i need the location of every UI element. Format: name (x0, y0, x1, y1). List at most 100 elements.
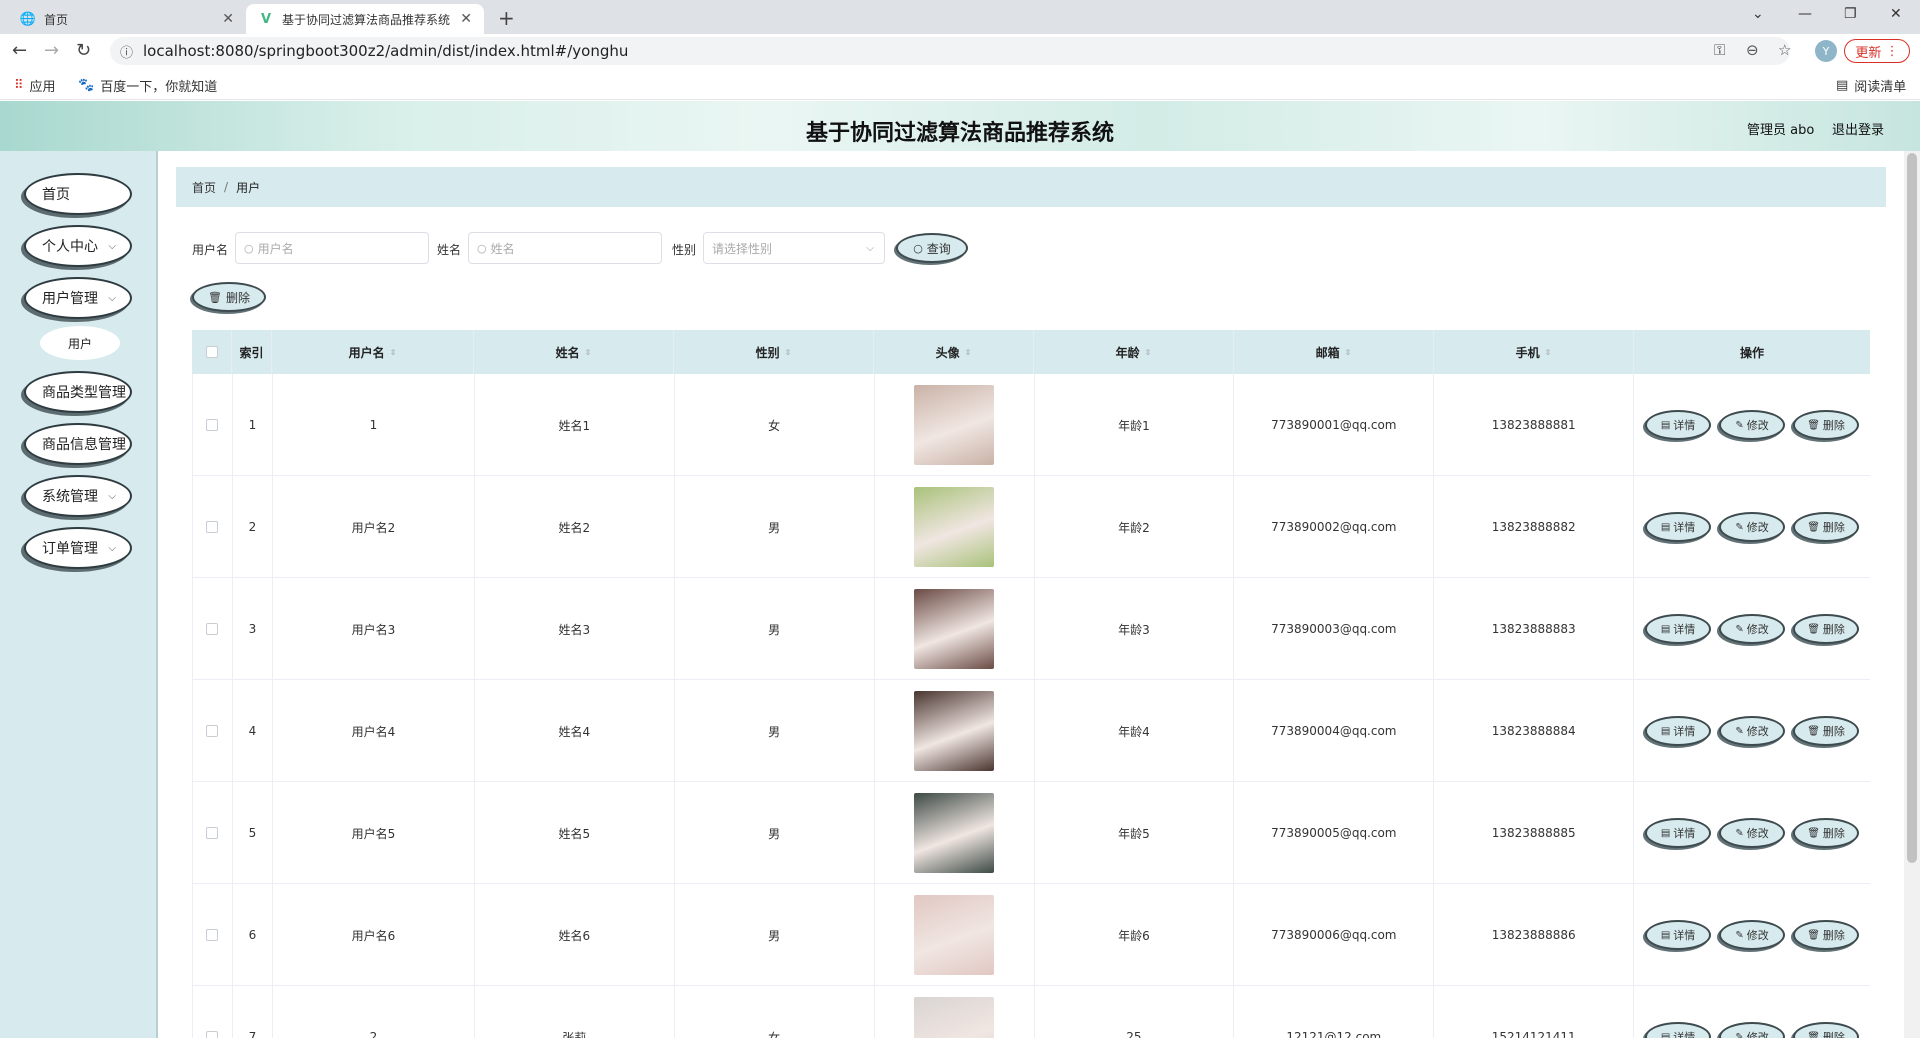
edit-button[interactable]: ✎ 修改 (1719, 410, 1786, 440)
query-button[interactable]: ○ 查询 (896, 233, 968, 263)
col-phone[interactable]: 手机 ⇳ (1434, 330, 1634, 374)
bookmark-baidu[interactable]: 🐾 百度一下，你就知道 (78, 76, 217, 95)
sort-icon[interactable]: ⇳ (390, 348, 397, 357)
row-checkbox[interactable] (206, 1031, 219, 1038)
trash-icon: 🗑 (1807, 929, 1820, 941)
trash-icon: 🗑 (208, 290, 222, 304)
document-icon: ▤ (1660, 725, 1671, 737)
sidebar-subitem-user[interactable]: 用户 (40, 326, 120, 360)
close-icon[interactable]: ✕ (460, 11, 472, 27)
edit-button[interactable]: ✎ 修改 (1719, 512, 1786, 542)
row-checkbox[interactable] (206, 929, 219, 941)
col-username[interactable]: 用户名 ⇳ (272, 330, 474, 374)
cell-phone: 13823888883 (1491, 622, 1576, 636)
col-name[interactable]: 姓名 ⇳ (474, 330, 674, 374)
table-cell: 张莉 (475, 986, 675, 1038)
trash-icon: 🗑 (1807, 827, 1820, 839)
sidebar-item-order-management[interactable]: 订单管理 ⌵ (24, 527, 132, 569)
detail-button[interactable]: ▤ 详情 (1645, 716, 1712, 746)
sidebar-item-system-management[interactable]: 系统管理 ⌵ (24, 475, 132, 517)
delete-button[interactable]: 🗑 删除 (1793, 716, 1860, 746)
detail-button[interactable]: ▤ 详情 (1645, 614, 1712, 644)
restore-icon[interactable]: ❐ (1844, 6, 1857, 22)
col-age[interactable]: 年龄 ⇳ (1034, 330, 1234, 374)
zoom-icon[interactable]: ⊖ (1746, 41, 1759, 59)
batch-delete-button[interactable]: 🗑 删除 (192, 282, 266, 312)
row-checkbox[interactable] (206, 827, 219, 839)
row-checkbox[interactable] (206, 419, 219, 431)
sort-icon[interactable]: ⇳ (1145, 348, 1152, 357)
back-icon[interactable]: ← (12, 40, 27, 61)
delete-button[interactable]: 🗑 删除 (1793, 410, 1860, 440)
sidebar-item-category-management[interactable]: 商品类型管理 (24, 371, 132, 413)
sidebar-item-user-management[interactable]: 用户管理 ⌵ (24, 277, 132, 319)
cell-gender: 男 (768, 928, 781, 943)
row-checkbox[interactable] (206, 725, 219, 737)
browser-tab-system[interactable]: V 基于协同过滤算法商品推荐系统 ✕ (246, 4, 484, 34)
edit-label: 修改 (1746, 521, 1769, 534)
breadcrumb-home[interactable]: 首页 (192, 179, 216, 196)
minimize-icon[interactable]: — (1798, 6, 1812, 22)
detail-button[interactable]: ▤ 详情 (1645, 920, 1712, 950)
sidebar-item-home[interactable]: 首页 (24, 173, 132, 215)
gender-select[interactable]: 请选择性别 ⌵ (703, 232, 885, 264)
table-cell (875, 986, 1035, 1038)
profile-avatar[interactable]: Y (1815, 40, 1837, 62)
edit-button[interactable]: ✎ 修改 (1719, 818, 1786, 848)
logout-link[interactable]: 退出登录 (1832, 119, 1884, 138)
forward-icon[interactable]: → (44, 40, 59, 61)
detail-button[interactable]: ▤ 详情 (1645, 818, 1712, 848)
sort-icon[interactable]: ⇳ (1545, 348, 1552, 357)
detail-button[interactable]: ▤ 详情 (1645, 512, 1712, 542)
reading-list[interactable]: ▤ 阅读清单 (1836, 76, 1906, 95)
close-icon[interactable]: ✕ (222, 11, 234, 27)
browser-tab-home[interactable]: 🌐 首页 ✕ (8, 4, 246, 34)
row-checkbox[interactable] (206, 521, 219, 533)
cell-name: 姓名5 (558, 826, 591, 841)
scrollbar-thumb[interactable] (1907, 153, 1917, 863)
delete-button[interactable]: 🗑 删除 (1793, 614, 1860, 644)
update-button[interactable]: 更新 ⋮ (1844, 39, 1910, 63)
sidebar-item-profile[interactable]: 个人中心 ⌵ (24, 225, 132, 267)
info-icon[interactable]: ⓘ (120, 42, 133, 61)
detail-button[interactable]: ▤ 详情 (1645, 410, 1712, 440)
address-bar[interactable]: ⓘ localhost:8080/springboot300z2/admin/d… (110, 37, 1790, 65)
col-gender[interactable]: 性别 ⇳ (674, 330, 874, 374)
reload-icon[interactable]: ↻ (76, 40, 91, 61)
table-cell (875, 680, 1035, 782)
sidebar-item-label: 用户管理 (42, 291, 98, 307)
sort-icon[interactable]: ⇳ (965, 348, 972, 357)
delete-button[interactable]: 🗑 删除 (1793, 818, 1860, 848)
window-close-icon[interactable]: ✕ (1890, 6, 1902, 22)
detail-label: 详情 (1673, 827, 1696, 840)
sort-icon[interactable]: ⇳ (785, 348, 792, 357)
page-scrollbar[interactable] (1904, 151, 1920, 1038)
cell-email: 773890006@qq.com (1271, 928, 1397, 942)
edit-button[interactable]: ✎ 修改 (1719, 920, 1786, 950)
sidebar-item-goods-management[interactable]: 商品信息管理 (24, 423, 132, 465)
tab-search-icon[interactable]: ⌄ (1752, 6, 1764, 22)
select-all-checkbox[interactable] (205, 346, 218, 358)
col-email[interactable]: 邮箱 ⇳ (1234, 330, 1434, 374)
sidebar-item-label: 订单管理 (42, 541, 98, 557)
edit-button[interactable]: ✎ 修改 (1719, 614, 1786, 644)
query-label: 查询 (926, 241, 951, 256)
bookmark-apps[interactable]: ⠿ 应用 (14, 76, 56, 95)
edit-button[interactable]: ✎ 修改 (1719, 1022, 1786, 1038)
table-cell: 用户名5 (273, 782, 475, 884)
sort-icon[interactable]: ⇳ (1345, 348, 1352, 357)
name-search-input[interactable]: ○ 姓名 (468, 232, 662, 264)
new-tab-icon[interactable]: + (498, 6, 515, 30)
delete-button[interactable]: 🗑 删除 (1793, 1022, 1860, 1038)
delete-button[interactable]: 🗑 删除 (1793, 512, 1860, 542)
row-checkbox[interactable] (206, 623, 219, 635)
edit-button[interactable]: ✎ 修改 (1719, 716, 1786, 746)
col-avatar[interactable]: 头像 ⇳ (874, 330, 1034, 374)
star-icon[interactable]: ☆ (1778, 41, 1791, 59)
key-icon[interactable]: ⚿ (1714, 41, 1725, 59)
delete-button[interactable]: 🗑 删除 (1793, 920, 1860, 950)
cell-email: 12121@12.com (1286, 1030, 1382, 1038)
username-search-input[interactable]: ○ 用户名 (235, 232, 429, 264)
detail-button[interactable]: ▤ 详情 (1645, 1022, 1712, 1038)
sort-icon[interactable]: ⇳ (585, 348, 592, 357)
